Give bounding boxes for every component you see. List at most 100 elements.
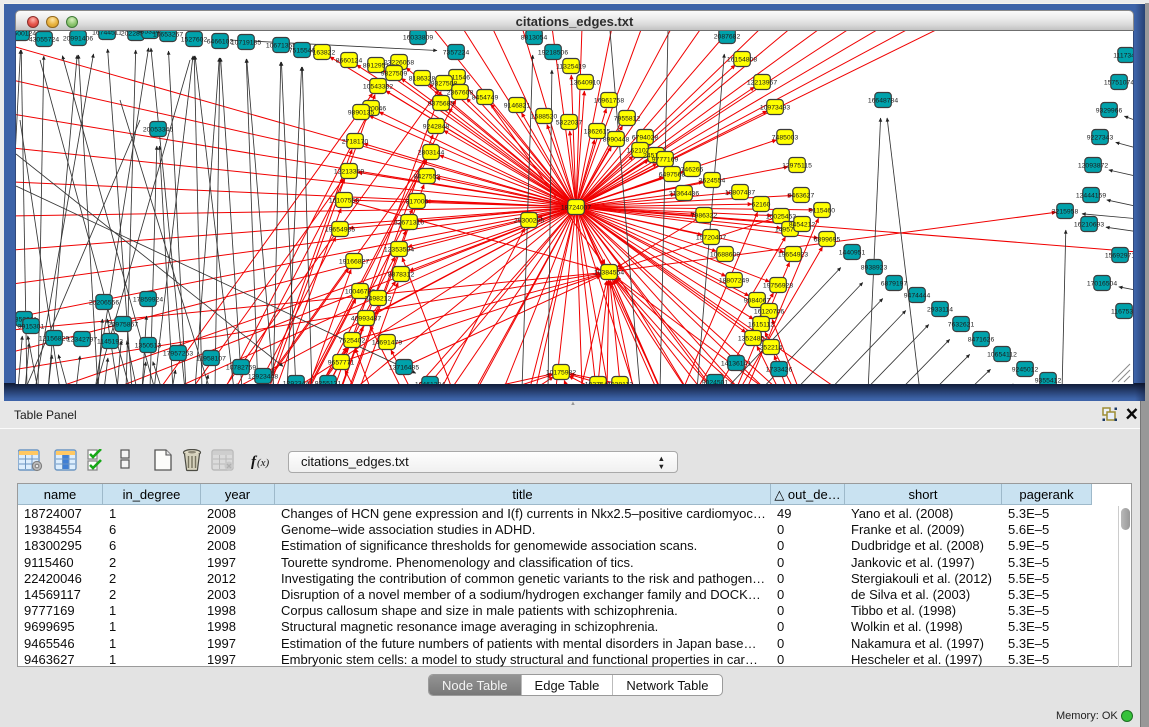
svg-text:16210693: 16210693: [1074, 221, 1104, 228]
svg-text:12093872: 12093872: [1078, 162, 1108, 169]
svg-text:11958107: 11958107: [196, 355, 226, 362]
svg-text:16744511: 16744511: [92, 31, 122, 36]
svg-text:21364436: 21364436: [669, 190, 699, 197]
svg-text:6794028: 6794028: [632, 134, 659, 141]
svg-text:12213369: 12213369: [334, 168, 364, 175]
svg-text:9890135: 9890135: [348, 109, 375, 116]
svg-text:19654985: 19654985: [325, 226, 355, 233]
svg-text:9777169: 9777169: [652, 156, 679, 163]
svg-text:6899695: 6899695: [814, 236, 841, 243]
svg-text:17859924: 17859924: [133, 296, 163, 303]
svg-text:8454749: 8454749: [472, 94, 499, 101]
svg-text:17957253: 17957253: [163, 350, 193, 357]
svg-text:9329966: 9329966: [1096, 107, 1123, 114]
svg-text:2718170: 2718170: [342, 138, 369, 145]
svg-text:13716485: 13716485: [389, 364, 419, 371]
svg-text:1588520: 1588520: [531, 113, 558, 120]
svg-text:12975115: 12975115: [782, 162, 812, 169]
svg-text:1615112: 1615112: [748, 321, 774, 328]
svg-text:15720407: 15720407: [696, 234, 726, 241]
svg-text:10025453: 10025453: [766, 213, 796, 220]
svg-text:10973493: 10973493: [760, 104, 790, 111]
svg-text:2803144: 2803144: [418, 149, 445, 156]
svg-text:16120746: 16120746: [754, 308, 784, 315]
svg-text:9255131: 9255131: [315, 380, 342, 384]
svg-text:9375685: 9375685: [428, 100, 455, 107]
svg-text:1350513: 1350513: [135, 342, 162, 349]
svg-text:14136141: 14136141: [721, 360, 751, 367]
svg-text:19654923: 19654923: [778, 251, 808, 258]
svg-text:10653267: 10653267: [153, 31, 183, 38]
svg-text:8990448: 8990448: [603, 136, 630, 143]
svg-text:7625402: 7625402: [339, 337, 366, 344]
svg-text:6879197: 6879197: [881, 280, 908, 287]
svg-text:19384554: 19384554: [594, 269, 624, 276]
svg-text:18724007: 18724007: [561, 204, 591, 211]
svg-text:7632621: 7632621: [948, 321, 975, 328]
svg-text:7485003: 7485003: [772, 134, 799, 141]
svg-text:1733426: 1733426: [766, 366, 793, 373]
svg-text:1167534: 1167534: [1111, 308, 1133, 315]
svg-text:2087682: 2087682: [714, 33, 741, 40]
svg-text:12444159: 12444159: [1076, 192, 1106, 199]
svg-text:15692971: 15692971: [1105, 252, 1133, 259]
svg-text:10782759: 10782759: [226, 364, 256, 371]
svg-text:12213967: 12213967: [747, 79, 777, 86]
svg-text:12923448: 12923448: [248, 373, 278, 380]
svg-text:7986322: 7986322: [691, 212, 718, 219]
svg-text:1145193: 1145193: [97, 338, 123, 345]
svg-text:16033809: 16033809: [403, 34, 433, 41]
svg-text:1527602: 1527602: [181, 36, 208, 43]
svg-text:20206556: 20206556: [89, 299, 119, 306]
svg-text:14691479: 14691479: [372, 339, 402, 346]
svg-text:9146821: 9146821: [504, 102, 531, 109]
svg-text:12353594: 12353594: [384, 246, 414, 253]
svg-text:8427552: 8427552: [414, 173, 441, 180]
svg-text:3624554: 3624554: [699, 177, 726, 184]
svg-text:10175982: 10175982: [546, 369, 576, 376]
svg-text:10688609: 10688609: [710, 251, 740, 258]
svg-text:3915301: 3915301: [18, 323, 45, 330]
svg-text:11325419: 11325419: [556, 63, 586, 70]
svg-text:6497568: 6497568: [659, 171, 686, 178]
svg-text:10543382: 10543382: [363, 83, 393, 90]
svg-text:19756928: 19756928: [763, 282, 793, 289]
svg-text:9024501: 9024501: [702, 379, 729, 384]
svg-text:(x): (x): [257, 457, 270, 469]
svg-text:8454212: 8454212: [789, 221, 816, 228]
svg-text:252214: 252214: [760, 344, 783, 351]
svg-text:15751074: 15751074: [1104, 79, 1133, 86]
svg-text:9474444: 9474444: [904, 292, 931, 299]
svg-text:9115460: 9115460: [809, 207, 835, 214]
svg-text:8660124: 8660124: [336, 57, 363, 64]
svg-text:1038112: 1038112: [607, 381, 633, 384]
svg-text:10719185: 10719185: [231, 39, 261, 46]
svg-text:2367608: 2367608: [447, 89, 474, 96]
svg-text:7515546: 7515546: [289, 47, 316, 54]
svg-text:9245012: 9245012: [1012, 366, 1039, 373]
svg-text:1292344: 1292344: [283, 380, 310, 384]
svg-text:1362615: 1362615: [584, 128, 611, 135]
svg-text:8938923: 8938923: [861, 264, 888, 271]
svg-text:13640910: 13640910: [570, 79, 600, 86]
svg-text:817006: 817006: [406, 198, 429, 205]
svg-text:10654112: 10654112: [987, 351, 1017, 358]
svg-text:16107553: 16107553: [329, 197, 359, 204]
svg-text:16648784: 16648784: [868, 97, 898, 104]
svg-text:8471626: 8471626: [968, 336, 995, 343]
svg-text:32671310: 32671310: [394, 219, 424, 226]
svg-text:2933114: 2933114: [927, 306, 953, 313]
svg-text:20053346: 20053346: [143, 126, 173, 133]
svg-text:9463627: 9463627: [788, 192, 815, 199]
svg-text:8813054: 8813054: [521, 34, 548, 41]
svg-text:62160: 62160: [752, 201, 771, 208]
svg-text:10807487: 10807487: [725, 189, 755, 196]
svg-text:6466102: 6466102: [207, 38, 234, 45]
svg-text:3498212: 3498212: [365, 295, 392, 302]
svg-text:9227343: 9227343: [1087, 134, 1114, 141]
svg-text:9657771: 9657771: [328, 359, 355, 366]
svg-text:9242848: 9242848: [423, 123, 450, 130]
svg-text:12342797: 12342797: [67, 336, 97, 343]
svg-text:5322037: 5322037: [556, 119, 583, 126]
svg-text:10461234: 10461234: [415, 381, 445, 384]
